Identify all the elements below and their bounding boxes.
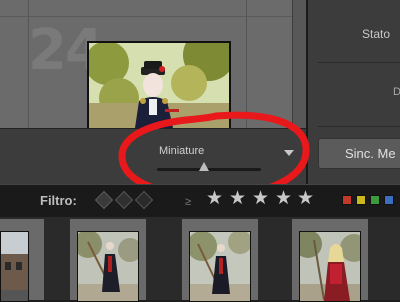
flag-icon[interactable] [92, 190, 162, 214]
photo-building [1, 232, 28, 301]
color-label-yellow[interactable] [356, 195, 366, 205]
star-icon[interactable]: ★ [252, 189, 269, 209]
filmstrip-photo[interactable] [299, 231, 361, 302]
rating-operator[interactable]: ≥ [185, 196, 191, 208]
grid-row-divider [0, 16, 306, 17]
color-label-red[interactable] [342, 195, 352, 205]
photo-cosplayer [190, 232, 250, 301]
filmstrip-photo[interactable] [77, 231, 139, 302]
star-icon[interactable]: ★ [206, 189, 223, 209]
photo-cosplayer [78, 232, 138, 301]
star-icon[interactable]: ★ [297, 189, 314, 209]
panel-divider [318, 62, 400, 63]
filmstrip-photo[interactable] [189, 231, 251, 302]
panel-field-label: D [393, 86, 400, 98]
stato-label: Stato [362, 27, 391, 41]
photo-cosplayer [300, 232, 360, 301]
filmstrip-photo[interactable] [0, 231, 29, 302]
sync-metadata-button[interactable]: Sinc. Me [318, 138, 400, 169]
star-icon[interactable]: ★ [275, 189, 292, 209]
filter-label: Filtro: [40, 193, 77, 208]
panel-divider [318, 126, 400, 127]
color-label-green[interactable] [370, 195, 380, 205]
star-icon[interactable]: ★ [229, 189, 246, 209]
color-label-blue[interactable] [384, 195, 394, 205]
